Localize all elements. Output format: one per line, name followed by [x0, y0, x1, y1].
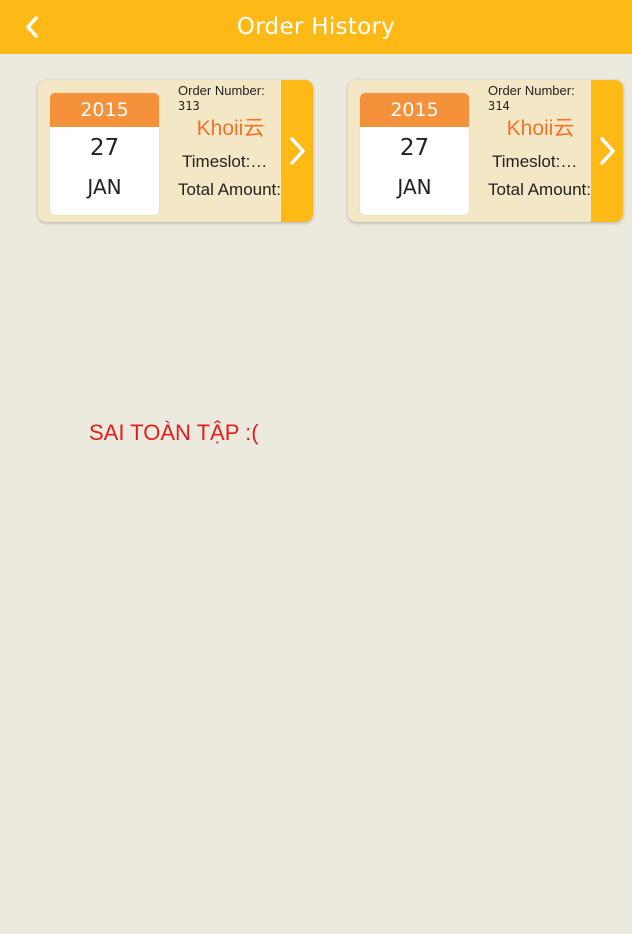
order-month: JAN: [397, 175, 432, 199]
chevron-right-icon: [600, 137, 615, 165]
date-calendar: 2015 27 JAN: [360, 93, 469, 215]
page-title: Order History: [236, 14, 396, 40]
order-number-label: Order Number:: [178, 83, 265, 98]
order-info: Order Number: 313 Khoii云 Timeslot:… Tota…: [178, 82, 283, 220]
timeslot: Timeslot:…: [492, 152, 578, 171]
chevron-left-icon: [26, 16, 38, 38]
order-year: 2015: [50, 93, 159, 127]
order-month: JAN: [87, 175, 122, 199]
store-name: Khoii云: [506, 117, 575, 140]
chevron-right-icon: [290, 137, 305, 165]
store-name: Khoii云: [196, 117, 265, 140]
order-detail-button[interactable]: [281, 80, 313, 222]
total-amount: Total Amount:: [488, 180, 592, 199]
order-info: Order Number: 314 Khoii云 Timeslot:… Tota…: [488, 82, 593, 220]
order-day: 27: [399, 135, 430, 161]
order-day: 27: [89, 135, 120, 161]
date-calendar: 2015 27 JAN: [50, 93, 159, 215]
order-card[interactable]: 2015 27 JAN Order Number: 314 Khoii云 Tim…: [348, 80, 623, 222]
timeslot: Timeslot:…: [182, 152, 268, 171]
order-number-label: Order Number:: [488, 83, 575, 98]
order-year: 2015: [360, 93, 469, 127]
order-number: 314: [488, 99, 510, 113]
total-amount: Total Amount:: [178, 180, 282, 199]
order-list: 2015 27 JAN Order Number: 313 Khoii云 Tim…: [0, 80, 632, 225]
order-detail-button[interactable]: [591, 80, 623, 222]
navigation-bar: Order History: [0, 0, 632, 54]
order-number: 313: [178, 99, 200, 113]
back-button[interactable]: [14, 9, 50, 45]
annotation-text: SAI TOÀN TẬP :(: [89, 420, 259, 445]
order-card[interactable]: 2015 27 JAN Order Number: 313 Khoii云 Tim…: [38, 80, 313, 222]
